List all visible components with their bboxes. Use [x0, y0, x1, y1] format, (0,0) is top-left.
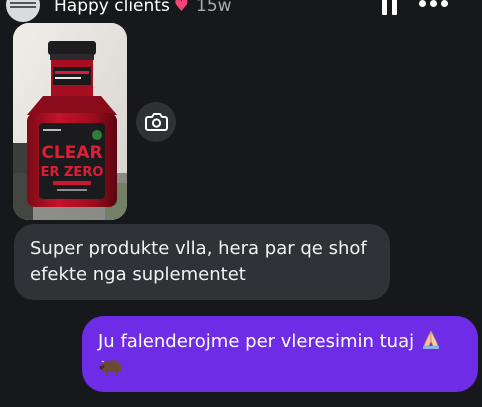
outgoing-message-line-2 [98, 357, 464, 385]
product-label-text: ER ZERO [41, 165, 104, 180]
chat-screen: Happy clients ♥ 15w CLEAR ER ZERO Super … [0, 0, 482, 407]
incoming-message-bubble[interactable]: Super produkte vlla, hera par qe shof ef… [14, 224, 390, 300]
pink-heart-icon: ♥ [173, 0, 190, 16]
outgoing-message-bubble[interactable]: Ju falenderojme per vleresimin tuaj [82, 316, 478, 392]
avatar-detail [10, 2, 36, 4]
camera-icon [145, 113, 168, 131]
pause-icon[interactable] [382, 0, 398, 16]
incoming-message-text: Super produkte vlla, hera par qe shof ef… [30, 238, 367, 285]
story-timestamp: 15w [196, 0, 232, 16]
shared-photo[interactable]: CLEAR ER ZERO [13, 23, 127, 220]
avatar[interactable] [6, 0, 40, 22]
camera-button[interactable] [136, 102, 176, 142]
folded-hands-emoji-icon [420, 328, 442, 357]
story-title[interactable]: Happy clients ♥ [54, 0, 189, 16]
outgoing-message-line: Ju falenderojme per vleresimin tuaj [98, 328, 464, 357]
avatar-detail [10, 6, 36, 8]
more-options-icon[interactable] [419, 0, 449, 8]
story-title-text: Happy clients [54, 0, 170, 16]
product-label-text: CLEAR [41, 143, 102, 163]
story-header: Happy clients ♥ 15w [0, 0, 482, 22]
supplement-photo-image: CLEAR ER ZERO [13, 23, 127, 220]
outgoing-message-text: Ju falenderojme per vleresimin tuaj [98, 331, 415, 352]
bison-emoji-icon [98, 358, 124, 385]
